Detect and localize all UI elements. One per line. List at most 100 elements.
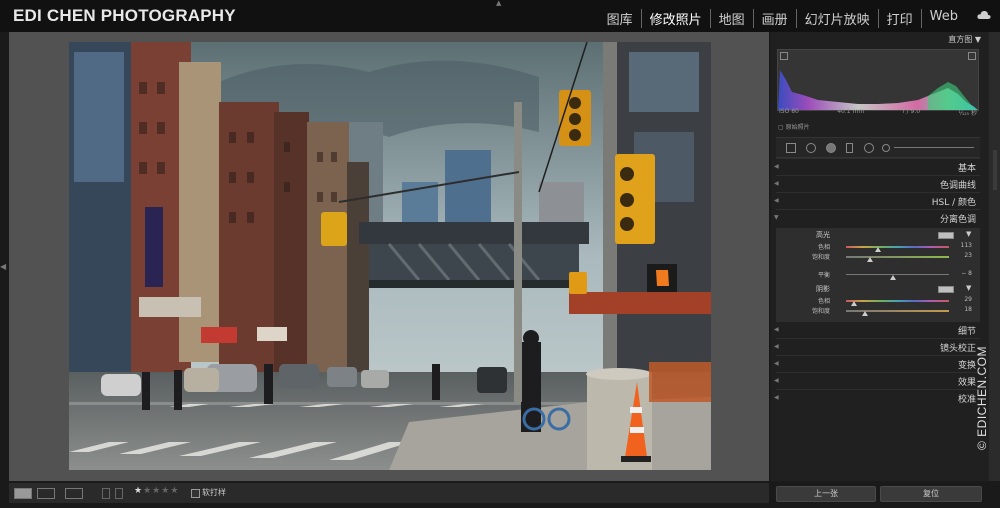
shadows-swatch[interactable]: [938, 286, 954, 293]
shadow-clipping-icon[interactable]: [780, 52, 788, 60]
reject-flag-icon[interactable]: [115, 488, 123, 499]
shadows-hue-slider[interactable]: [846, 300, 949, 306]
star-icon[interactable]: ★: [152, 486, 161, 496]
expand-icon[interactable]: ▼: [966, 230, 971, 238]
slider-knob[interactable]: [866, 257, 873, 262]
split-toning-body: 高光 ▼ 色相 113 饱和度 23 平衡 − 8 阴影 ▼ 色相 29 饱和度…: [776, 228, 980, 321]
compare-view-icon[interactable]: [37, 488, 55, 499]
loupe-view-icon[interactable]: [14, 488, 32, 499]
module-book[interactable]: 画册: [752, 9, 796, 28]
panel-expand-icon: ◀: [774, 326, 779, 333]
shutter-value: ¹⁄₁₂₅ 秒: [958, 110, 977, 117]
balance-value[interactable]: − 8: [961, 270, 972, 277]
collapse-top-icon[interactable]: ▲: [496, 0, 501, 7]
red-eye-icon[interactable]: [826, 143, 836, 153]
panel-transform-label: 变换: [957, 361, 976, 371]
highlights-sat-value[interactable]: 23: [964, 252, 972, 259]
histogram[interactable]: [777, 49, 979, 111]
panel-basic[interactable]: ◀ 基本: [774, 158, 980, 175]
radial-filter-icon[interactable]: [864, 143, 874, 153]
shadows-hue-value[interactable]: 29: [964, 296, 972, 303]
identity-plate: EDI CHEN PHOTOGRAPHY: [13, 6, 236, 25]
panel-hsl[interactable]: ◀ HSL / 颜色: [774, 192, 980, 209]
shadows-label: 阴影: [816, 285, 830, 293]
highlights-label: 高光: [816, 231, 830, 239]
shadows-sat-value[interactable]: 18: [964, 306, 972, 313]
panel-hsl-label: HSL / 颜色: [931, 198, 976, 208]
star-rating[interactable]: ★★★★★: [134, 486, 179, 496]
reset-button[interactable]: 复位: [880, 486, 982, 502]
panel-effects[interactable]: ◀ 效果: [774, 372, 980, 389]
module-library[interactable]: 图库: [599, 9, 641, 28]
original-photo-label[interactable]: ▢ 原始照片: [778, 122, 810, 131]
balance-row: 平衡 − 8: [776, 270, 980, 280]
original-photo-text: 原始照片: [785, 124, 810, 131]
focal-length-value: 40.1 mm: [837, 108, 865, 115]
highlights-sat-row: 饱和度 23: [776, 252, 980, 262]
crop-icon[interactable]: [786, 143, 796, 153]
highlights-hue-row: 色相 113: [776, 242, 980, 252]
iso-value: ISO 80: [779, 108, 799, 115]
brush-size-slider[interactable]: [894, 147, 974, 148]
spot-removal-icon[interactable]: [806, 143, 816, 153]
photo: [69, 42, 711, 470]
panel-expand-icon: ◀: [774, 377, 779, 384]
panel-calibration[interactable]: ◀ 校准: [774, 389, 980, 406]
exif-readout: ISO 80 40.1 mm f / 9.0 ¹⁄₁₂₅ 秒: [779, 108, 977, 117]
panel-expand-icon: ◀: [774, 394, 779, 401]
highlights-hue-value[interactable]: 113: [961, 242, 972, 249]
panel-lens-label: 镜头校正: [939, 344, 976, 354]
panel-split-toning-label: 分离色调: [939, 215, 976, 225]
highlight-clipping-icon[interactable]: [968, 52, 976, 60]
panel-scrollbar[interactable]: [993, 150, 997, 190]
cloud-icon[interactable]: [977, 9, 991, 21]
tool-strip: [776, 137, 980, 158]
right-panel: 直方图 ▼ ISO 80 40.1 mm f / 9.0 ¹⁄₁₂₅ 秒 ▢ 原…: [771, 32, 989, 481]
before-after-icon[interactable]: [65, 488, 83, 499]
histogram-header[interactable]: 直方图 ▼: [771, 34, 981, 45]
module-print[interactable]: 打印: [877, 9, 921, 28]
panel-expand-icon: ◀: [774, 360, 779, 367]
shadows-sat-slider[interactable]: [846, 310, 949, 316]
flag-icon[interactable]: [102, 488, 110, 499]
module-web[interactable]: Web: [920, 9, 966, 28]
panel-effects-label: 效果: [957, 378, 976, 388]
panel-transform[interactable]: ◀ 变换: [774, 355, 980, 372]
graduated-filter-icon[interactable]: [846, 143, 853, 153]
module-slideshow[interactable]: 幻灯片放映: [795, 9, 878, 28]
star-icon[interactable]: ★: [134, 486, 143, 496]
panel-detail-label: 细节: [957, 327, 976, 337]
balance-label: 平衡: [817, 272, 830, 279]
highlights-sat-slider[interactable]: [846, 256, 949, 262]
panel-expand-icon: ▼: [774, 214, 779, 221]
panel-basic-label: 基本: [957, 164, 976, 174]
highlights-swatch[interactable]: [938, 232, 954, 239]
expand-icon[interactable]: ▼: [966, 284, 971, 292]
soft-proof-checkbox[interactable]: [191, 489, 200, 498]
panel-lens-corrections[interactable]: ◀ 镜头校正: [774, 338, 980, 355]
star-icon[interactable]: ★: [143, 486, 152, 496]
panel-split-toning[interactable]: ▼ 分离色调: [774, 209, 980, 226]
module-develop[interactable]: 修改照片: [640, 9, 710, 28]
panel-tone-curve-label: 色调曲线: [939, 181, 976, 191]
previous-button[interactable]: 上一张: [776, 486, 876, 502]
saturation-label: 饱和度: [811, 308, 830, 315]
panel-tone-curve[interactable]: ◀ 色调曲线: [774, 175, 980, 192]
highlights-hue-slider[interactable]: [846, 246, 949, 252]
image-canvas[interactable]: [9, 32, 769, 481]
panel-detail[interactable]: ◀ 细节: [774, 321, 980, 338]
top-bar: EDI CHEN PHOTOGRAPHY 图库 修改照片 地图 画册 幻灯片放映…: [0, 0, 1000, 32]
module-map[interactable]: 地图: [709, 9, 753, 28]
collapse-left-icon[interactable]: ◀: [0, 262, 6, 271]
aperture-value: f / 9.0: [902, 108, 921, 115]
shadows-hue-row: 色相 29: [776, 296, 980, 306]
panel-expand-icon: ◀: [774, 197, 779, 204]
slider-knob[interactable]: [861, 311, 868, 316]
right-edge-strip: [989, 32, 1000, 481]
star-icon[interactable]: ★: [170, 486, 179, 496]
panel-expand-icon: ◀: [774, 163, 779, 170]
adjustment-brush-icon[interactable]: [882, 144, 890, 152]
star-icon[interactable]: ★: [161, 486, 170, 496]
slider-knob[interactable]: [890, 275, 897, 280]
balance-slider[interactable]: [846, 274, 949, 280]
